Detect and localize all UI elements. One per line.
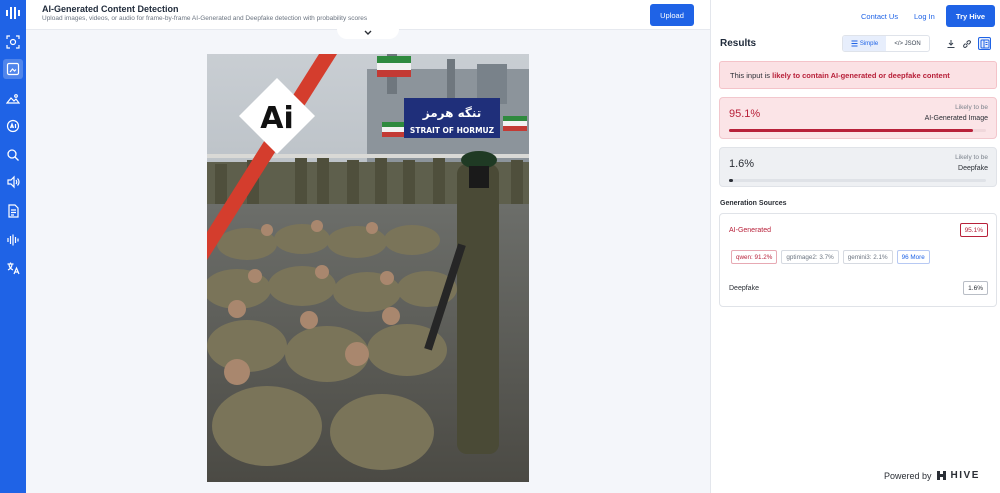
- audio-waves-icon[interactable]: [3, 230, 23, 250]
- contact-us-link[interactable]: Contact Us: [861, 5, 898, 27]
- media-preview: تنگه هرمز STRAIT OF HORMUZ Ai: [207, 54, 529, 482]
- page-header: AI-Generated Content Detection Upload im…: [26, 0, 710, 30]
- alert-highlight: likely to contain AI-generated or deepfa…: [772, 70, 950, 80]
- banner-caption: STRAIT OF HORMUZ: [410, 126, 495, 135]
- powered-by-footer: Powered by HIVE: [884, 470, 980, 481]
- powered-by-label: Powered by: [884, 470, 932, 481]
- ai-score-fill: [729, 129, 974, 132]
- results-panel: Contact Us Log In Try Hive Results Simpl…: [710, 0, 1000, 493]
- ai-likely-label: Likely to be: [955, 104, 988, 111]
- ai-generated-score-card: 95.1% Likely to be AI-Generated Image: [719, 97, 997, 139]
- source-chip-gemini3: gemini3: 2.1%: [842, 250, 893, 264]
- sources-deepfake-label: Deepfake: [729, 285, 759, 292]
- generation-sources-heading: Generation Sources: [720, 200, 787, 207]
- ai-text-icon[interactable]: [3, 116, 23, 136]
- app-root: AI-Generated Content Detection Upload im…: [0, 0, 1000, 493]
- sources-deepfake-badge: 1.6%: [963, 281, 988, 295]
- try-hive-button[interactable]: Try Hive: [946, 5, 995, 27]
- detection-alert: This input is likely to contain AI-gener…: [719, 61, 997, 89]
- ai-score-percent: 95.1%: [729, 108, 761, 120]
- deepfake-score-card: 1.6% Likely to be Deepfake: [719, 147, 997, 187]
- sources-ai-badge: 95.1%: [959, 223, 988, 237]
- speaker-icon[interactable]: [3, 172, 23, 192]
- alert-prefix: This input is: [730, 70, 773, 80]
- ai-score-bar: [729, 129, 986, 132]
- search-magnify-icon[interactable]: [3, 145, 23, 165]
- image-detect-icon[interactable]: [3, 59, 23, 79]
- sources-ai-label: AI-Generated: [729, 227, 772, 234]
- deepfake-score-bar: [729, 179, 986, 182]
- generation-sources-box: AI-Generated 95.1% qwen: 91.2% gptimage2…: [719, 213, 997, 307]
- left-rail: [0, 0, 26, 493]
- log-in-link[interactable]: Log In: [914, 5, 935, 27]
- collapse-toggle[interactable]: [337, 27, 399, 39]
- document-icon[interactable]: [3, 201, 23, 221]
- panel-layout-icon: [980, 39, 989, 48]
- banner-persian-text: تنگه هرمز: [422, 106, 482, 120]
- source-chips: qwen: 91.2% gptimage2: 3.7% gemini3: 2.1…: [731, 250, 930, 264]
- upload-button[interactable]: Upload: [650, 4, 694, 26]
- page-subtitle: Upload images, videos, or audio for fram…: [42, 15, 368, 22]
- deepfake-score-percent: 1.6%: [729, 158, 755, 170]
- download-button[interactable]: [944, 37, 957, 50]
- link-icon: [962, 39, 971, 48]
- view-simple-label: Simple: [859, 40, 879, 47]
- ai-watermark-text: Ai: [260, 101, 294, 136]
- hive-brand-text: HIVE: [950, 470, 980, 481]
- view-json-label: </> JSON: [894, 40, 921, 47]
- scan-icon[interactable]: [3, 32, 23, 52]
- view-json-button[interactable]: </> JSON: [886, 36, 929, 51]
- more-sources-button[interactable]: 96 More: [896, 250, 930, 264]
- deepfake-class-label: Deepfake: [958, 165, 988, 172]
- list-icon: [851, 40, 858, 47]
- page-title: AI-Generated Content Detection: [42, 4, 179, 14]
- landscape-icon[interactable]: [3, 89, 23, 109]
- source-chip-qwen: qwen: 91.2%: [731, 250, 778, 264]
- layout-view-button[interactable]: [978, 37, 991, 50]
- chevron-down-icon: [364, 30, 372, 35]
- results-heading: Results: [720, 38, 757, 49]
- deepfake-score-fill: [729, 179, 734, 182]
- hive-brand-icon: [936, 471, 946, 480]
- view-simple-button[interactable]: Simple: [843, 36, 886, 51]
- download-icon: [947, 39, 954, 48]
- translate-icon[interactable]: [3, 258, 23, 278]
- deepfake-likely-label: Likely to be: [955, 154, 988, 161]
- hive-logo-icon: [6, 7, 20, 19]
- copy-link-button[interactable]: [960, 37, 973, 50]
- source-chip-gptimage2: gptimage2: 3.7%: [781, 250, 839, 264]
- ai-class-label: AI-Generated Image: [924, 115, 988, 122]
- view-toggle: Simple </> JSON: [842, 35, 930, 52]
